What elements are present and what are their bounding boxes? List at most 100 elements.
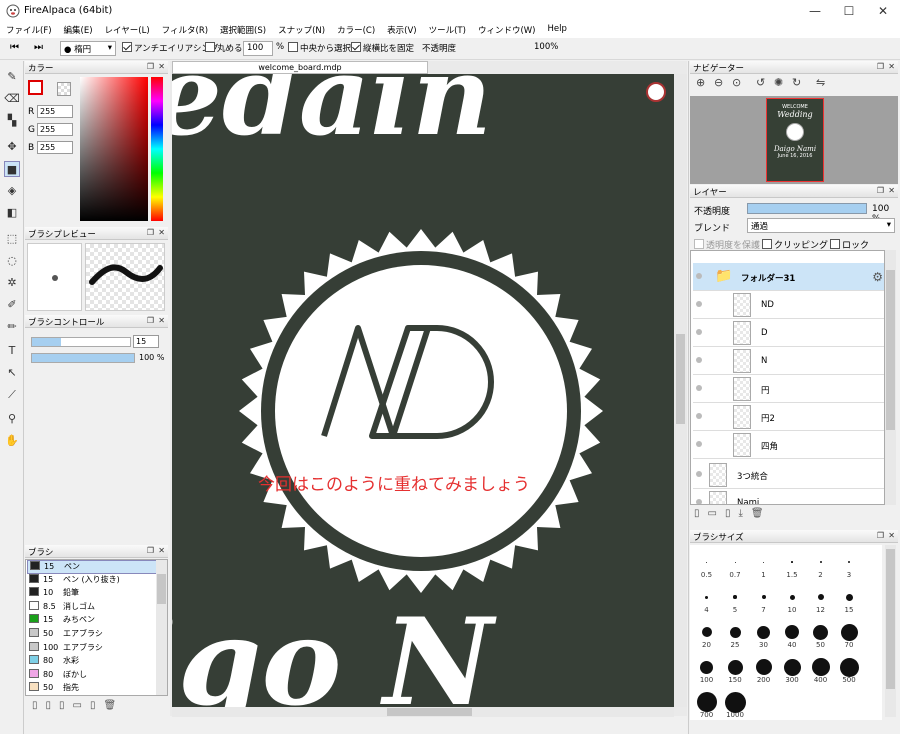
visibility-icon[interactable] xyxy=(696,357,702,363)
menu-window[interactable]: ウィンドウ(W) xyxy=(472,22,542,38)
close-panel-icon[interactable]: ✕ xyxy=(888,531,895,540)
brush-size-option[interactable]: 20 xyxy=(692,620,721,650)
eraser-tool-icon[interactable]: ⌫ xyxy=(4,91,20,107)
brush-shape-select[interactable]: ● 楕円 ▾ xyxy=(60,41,116,56)
visibility-icon[interactable] xyxy=(696,385,702,391)
rotate-right-icon[interactable]: ↻ xyxy=(792,76,801,89)
canvas-vscroll[interactable] xyxy=(674,74,687,707)
document-tab[interactable]: welcome_board.mdp xyxy=(172,61,428,74)
brush-size-slider[interactable] xyxy=(31,337,131,347)
visibility-icon[interactable] xyxy=(696,329,702,335)
layer-folder-row[interactable]: 📁 フォルダー31 ⚙ xyxy=(693,263,884,291)
copy-brush-icon[interactable]: ▯ xyxy=(46,700,60,711)
brush-size-option[interactable]: 4 xyxy=(692,585,721,615)
zoom-out-icon[interactable]: ⊖ xyxy=(714,76,723,89)
reset-rotation-icon[interactable]: ✺ xyxy=(774,76,783,89)
zoom-fit-icon[interactable]: ⊙ xyxy=(732,76,741,89)
brush-size-option[interactable]: 1000 xyxy=(721,690,750,720)
brush-list-item[interactable]: 15 みちペン xyxy=(27,614,167,628)
brush-size-option[interactable]: 25 xyxy=(721,620,750,650)
navigator-viewport-frame[interactable] xyxy=(766,98,824,182)
close-panel-icon[interactable]: ✕ xyxy=(158,316,165,325)
brush-size-option[interactable]: 0.7 xyxy=(721,550,750,580)
menu-filter[interactable]: フィルタ(R) xyxy=(156,22,214,38)
brush-size-option[interactable]: 50 xyxy=(806,620,835,650)
merge-down-icon[interactable]: ⤓ xyxy=(738,508,750,519)
navigator-preview[interactable]: WELCOME Wedding Daigo Nami June 16, 2016 xyxy=(690,96,898,184)
brush-list-item[interactable]: 100 エアブラシ xyxy=(27,641,167,656)
r-field[interactable]: 255 xyxy=(37,105,73,118)
zoom-select[interactable]: 100 xyxy=(243,41,273,56)
antialias-checkbox[interactable]: アンチエイリアシング xyxy=(122,42,218,54)
close-panel-icon[interactable]: ✕ xyxy=(158,546,165,555)
dot-tool-icon[interactable]: ▚ xyxy=(4,113,20,129)
divide-tool-icon[interactable]: ⟋ xyxy=(4,387,20,403)
hue-slider[interactable] xyxy=(151,77,163,221)
import-brush-icon[interactable]: ▯ xyxy=(59,700,73,711)
brush-size-option[interactable]: 1 xyxy=(749,550,778,580)
brush-size-option[interactable]: 40 xyxy=(778,620,807,650)
saturation-value-picker[interactable] xyxy=(80,77,148,221)
close-panel-icon[interactable]: ✕ xyxy=(888,62,895,71)
brush-size-option[interactable]: 300 xyxy=(778,655,807,685)
menu-tool[interactable]: ツール(T) xyxy=(423,22,472,38)
gradient-tool-icon[interactable]: ◧ xyxy=(4,205,20,221)
menu-layer[interactable]: レイヤー(L) xyxy=(99,22,156,38)
move-tool-icon[interactable]: ✥ xyxy=(4,139,20,155)
lasso-tool-icon[interactable]: ◌ xyxy=(4,253,20,269)
close-panel-icon[interactable]: ✕ xyxy=(158,62,165,71)
layer-row[interactable]: ND xyxy=(693,291,884,319)
layer-row[interactable]: 3つ統合 xyxy=(693,461,884,489)
brush-list-item[interactable]: 15ペン⚙ xyxy=(27,560,167,574)
eyedropper-icon[interactable]: ⚲ xyxy=(4,411,20,427)
duplicate-icon[interactable]: ▯ xyxy=(90,700,104,711)
brush-size-option[interactable]: 200 xyxy=(749,655,778,685)
gear-icon[interactable]: ⚙ xyxy=(872,270,883,284)
brush-list-item[interactable]: 8.5 消しゴム xyxy=(27,600,167,615)
brush-size-scroll[interactable] xyxy=(885,545,896,717)
brush-list-item[interactable]: 50 指先 xyxy=(27,682,167,695)
float-icon[interactable]: ❐ xyxy=(147,62,154,71)
brush-size-option[interactable]: 0.5 xyxy=(692,550,721,580)
brush-size-option[interactable]: 400 xyxy=(806,655,835,685)
brush-size-option[interactable]: 500 xyxy=(835,655,864,685)
brush-list-item[interactable]: 80 ぼかし xyxy=(27,668,167,683)
close-button[interactable]: ✕ xyxy=(866,0,900,22)
b-field[interactable]: 255 xyxy=(37,141,73,154)
brush-size-field[interactable]: 15 xyxy=(133,335,159,348)
visibility-icon[interactable] xyxy=(696,471,702,477)
close-panel-icon[interactable]: ✕ xyxy=(158,228,165,237)
next-icon[interactable]: ⏭ xyxy=(34,42,43,53)
brush-size-option[interactable]: 700 xyxy=(692,690,721,720)
flip-icon[interactable]: ⇋ xyxy=(816,76,825,89)
canvas-hscroll[interactable] xyxy=(172,707,674,717)
prev-icon[interactable]: ⏮ xyxy=(10,42,19,53)
layer-row[interactable]: 円2 xyxy=(693,403,884,431)
menu-snap[interactable]: スナップ(N) xyxy=(272,22,331,38)
brush-list-item[interactable]: 15 ペン (入り抜き) xyxy=(27,573,167,588)
delete-layer-icon[interactable]: 🗑 xyxy=(751,508,772,519)
brush-size-option[interactable]: 2 xyxy=(806,550,835,580)
visibility-icon[interactable] xyxy=(696,441,702,447)
brush-size-option[interactable]: 150 xyxy=(721,655,750,685)
brush-size-option[interactable]: 7 xyxy=(749,585,778,615)
float-icon[interactable]: ❐ xyxy=(147,228,154,237)
blend-select[interactable]: 通過 ▾ xyxy=(747,218,895,233)
magic-wand-icon[interactable]: ✲ xyxy=(4,275,20,291)
layer-row[interactable]: 四角 xyxy=(693,431,884,459)
bucket-tool-icon[interactable]: ◈ xyxy=(4,183,20,199)
layer-opacity-slider[interactable] xyxy=(747,203,867,214)
minimize-button[interactable]: — xyxy=(798,0,832,22)
text-tool-icon[interactable]: T xyxy=(4,343,20,359)
float-icon[interactable]: ❐ xyxy=(147,546,154,555)
menu-help[interactable]: Help xyxy=(541,22,572,38)
brush-opacity-slider[interactable] xyxy=(31,353,135,363)
layer-list-scroll[interactable] xyxy=(885,250,896,505)
layer-row[interactable]: N xyxy=(693,347,884,375)
pen-tool-icon[interactable]: ✎ xyxy=(4,69,20,85)
zoom-in-icon[interactable]: ⊕ xyxy=(696,76,705,89)
float-icon[interactable]: ❐ xyxy=(877,531,884,540)
brush-size-option[interactable]: 12 xyxy=(806,585,835,615)
float-icon[interactable]: ❐ xyxy=(877,186,884,195)
center-select-checkbox[interactable]: 中央から選択 xyxy=(288,42,351,54)
